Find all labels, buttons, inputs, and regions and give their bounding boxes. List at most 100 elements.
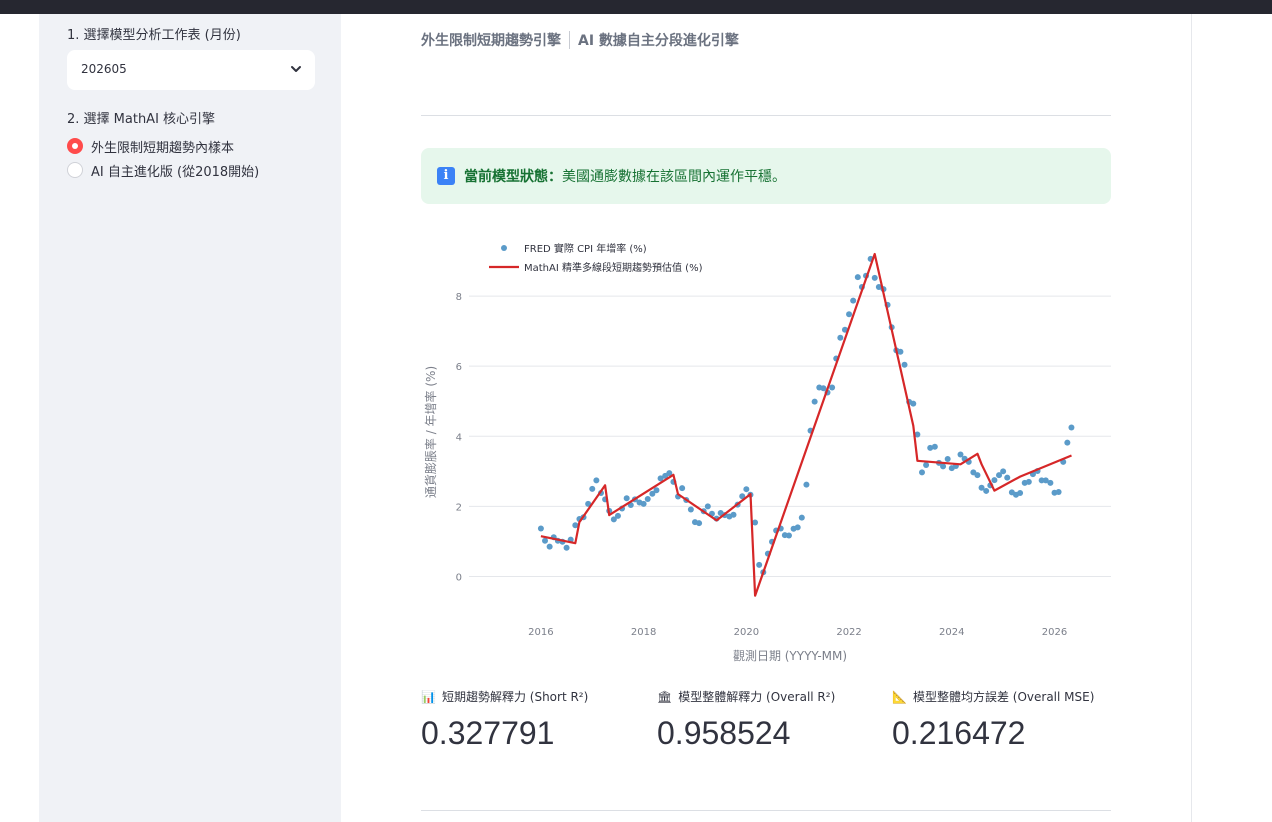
header-separator (569, 31, 570, 49)
y-tick-label: 2 (456, 502, 462, 513)
engine-option-label: AI 自主進化版 (從2018開始) (91, 164, 260, 180)
data-point (1068, 424, 1075, 431)
engine-header: 外生限制短期趨勢引擎 AI 數據自主分段進化引擎 (421, 30, 739, 50)
legend-label-scatter: FRED 實際 CPI 年增率 (%) (524, 242, 647, 255)
data-point (803, 481, 810, 488)
x-tick-label: 2022 (836, 627, 861, 638)
data-point (974, 472, 981, 479)
data-point (944, 456, 951, 463)
data-point (563, 544, 570, 551)
data-point (537, 525, 544, 532)
metric-label: 模型整體解釋力 (Overall R²) (678, 690, 836, 704)
y-tick-label: 6 (456, 362, 462, 373)
info-icon: i (437, 167, 455, 185)
x-tick-label: 2024 (939, 627, 964, 638)
data-point (854, 274, 861, 281)
data-point (704, 503, 711, 510)
radio-unselected-icon (67, 162, 83, 178)
data-point (931, 443, 938, 450)
bank-icon: 🏛 (657, 689, 673, 704)
status-message: 美國通膨數據在該區間內運作平穩。 (562, 169, 786, 185)
data-point (640, 500, 647, 507)
data-point (794, 524, 801, 531)
engine-option-label: 外生限制短期趨勢內樣本 (91, 140, 235, 156)
legend-label-line: MathAI 精準多線段短期趨勢預估值 (%) (524, 261, 703, 274)
right-divider (1191, 14, 1192, 822)
y-tick-label: 4 (456, 432, 462, 443)
data-point (546, 543, 553, 550)
data-point (837, 334, 844, 341)
x-tick-label: 2016 (528, 627, 553, 638)
data-point (829, 384, 836, 391)
x-tick-label: 2026 (1042, 627, 1067, 638)
divider-bottom (421, 810, 1111, 811)
data-point (644, 496, 651, 503)
header-tab-exogenous: 外生限制短期趨勢引擎 (421, 33, 561, 49)
data-point (593, 477, 600, 484)
data-point (542, 537, 549, 544)
sidebar: 1. 選擇模型分析工作表 (月份) 202605 2. 選擇 MathAI 核心… (39, 14, 341, 822)
data-point (918, 469, 925, 476)
data-point (811, 398, 818, 405)
data-point (653, 487, 660, 494)
data-point (1000, 468, 1007, 475)
data-point (1055, 488, 1062, 495)
worksheet-select-value: 202605 (81, 62, 127, 76)
metric-label: 模型整體均方誤差 (Overall MSE) (912, 690, 1095, 704)
trend-line (540, 252, 1072, 597)
data-point (1047, 479, 1054, 486)
data-point (923, 462, 930, 469)
metric-value: 0.327791 (421, 715, 555, 751)
data-point (1025, 478, 1032, 485)
engine-option-ai-evolution[interactable]: AI 自主進化版 (從2018開始) (67, 160, 259, 180)
data-point (1004, 474, 1011, 481)
data-point (614, 512, 621, 519)
legend-marker-scatter (501, 245, 507, 251)
x-axis-title: 觀測日期 (YYYY-MM) (733, 649, 847, 663)
data-point (687, 506, 694, 513)
worksheet-label: 1. 選擇模型分析工作表 (月份) (67, 28, 241, 43)
metric-label: 短期趨勢解釋力 (Short R²) (441, 690, 589, 704)
data-point (798, 514, 805, 521)
metric-value: 0.216472 (892, 715, 1026, 751)
data-point (897, 348, 904, 355)
data-point (785, 532, 792, 539)
engine-option-exogenous[interactable]: 外生限制短期趨勢內樣本 (67, 136, 234, 156)
metric-overall-mse: 📐 模型整體均方誤差 (Overall MSE) 0.216472 (892, 688, 1094, 752)
y-tick-label: 8 (456, 292, 462, 303)
data-point (910, 400, 917, 407)
data-point (983, 487, 990, 494)
divider-top (421, 115, 1111, 116)
status-alert: i 當前模型狀態： 美國通膨數據在該區間內運作平穩。 (421, 148, 1111, 204)
x-tick-label: 2018 (631, 627, 656, 638)
y-tick-label: 0 (456, 572, 462, 583)
data-point (901, 361, 908, 368)
data-point (756, 561, 763, 568)
data-point (1064, 439, 1071, 446)
data-point (623, 495, 630, 502)
metric-overall-r2: 🏛 模型整體解釋力 (Overall R²) 0.958524 (657, 688, 835, 752)
top-bar (0, 0, 1272, 14)
metric-value: 0.958524 (657, 715, 791, 751)
triangle-ruler-icon: 📐 (892, 689, 907, 704)
status-title: 當前模型狀態： (464, 169, 562, 185)
x-tick-label: 2020 (734, 627, 759, 638)
data-point (730, 511, 737, 518)
data-point (679, 485, 686, 492)
worksheet-select[interactable]: 202605 (67, 50, 315, 90)
data-point (846, 311, 853, 318)
engine-label: 2. 選擇 MathAI 核心引擎 (67, 112, 216, 127)
data-point (743, 486, 750, 493)
y-axis-title: 通貨膨脹率 / 年增率 (%) (423, 366, 438, 498)
data-point (696, 520, 703, 527)
metric-short-r2: 📊 短期趨勢解釋力 (Short R²) 0.327791 (421, 688, 588, 752)
inflation-chart[interactable]: 0 2 4 6 8 2016 2018 2020 2022 2024 2026 觀測日期 (YYYY-… (421, 228, 1121, 676)
data-point (589, 485, 596, 492)
chevron-down-icon (291, 66, 301, 72)
data-point (871, 274, 878, 281)
data-point (940, 463, 947, 470)
bar-chart-icon: 📊 (421, 689, 436, 704)
data-point (1017, 490, 1024, 497)
data-point (850, 297, 857, 304)
radio-selected-icon (67, 138, 83, 154)
